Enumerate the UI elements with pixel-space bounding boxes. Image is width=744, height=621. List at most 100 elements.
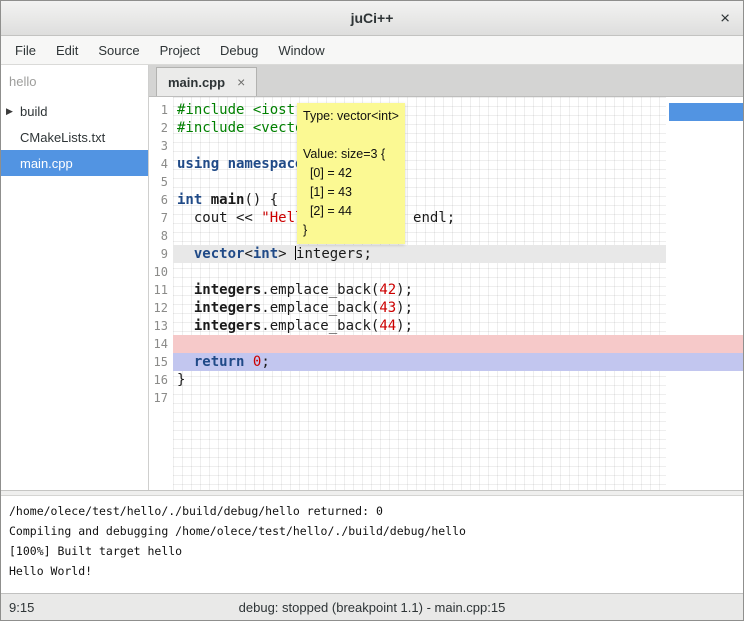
code-token: return	[194, 354, 245, 370]
code-editor[interactable]: 1234567891011121314151617 #include <iost…	[149, 97, 743, 490]
tree-item-main-cpp[interactable]: main.cpp	[1, 150, 148, 176]
code-token: integers	[194, 318, 261, 334]
line-number[interactable]: 6	[149, 191, 173, 209]
code-token: .emplace_back(	[261, 282, 379, 298]
terminal-line: Compiling and debugging /home/olece/test…	[9, 521, 735, 541]
tooltip-line: Value: size=3 {	[303, 145, 399, 164]
code-token	[244, 354, 252, 370]
line-number[interactable]: 12	[149, 299, 173, 317]
code-area[interactable]: #include <iostream>#include <vector> usin…	[173, 97, 743, 490]
line-number-gutter: 1234567891011121314151617	[149, 97, 173, 490]
code-token: .emplace_back(	[261, 318, 379, 334]
debug-value-tooltip: Type: vector<int> Value: size=3 { [0] = 4…	[297, 103, 405, 244]
code-line-12[interactable]: integers.emplace_back(43);	[173, 299, 743, 317]
terminal-output[interactable]: /home/olece/test/hello/./build/debug/hel…	[1, 496, 743, 593]
code-line-1[interactable]: #include <iostream>	[173, 101, 743, 119]
line-number[interactable]: 9	[149, 245, 173, 263]
code-token: using namespace	[177, 156, 303, 172]
code-token: main	[211, 192, 245, 208]
app-window: juCi++ × FileEditSourceProjectDebugWindo…	[0, 0, 744, 621]
line-number[interactable]: 5	[149, 173, 173, 191]
code-token	[202, 192, 210, 208]
scrollbar-thumb[interactable]	[669, 103, 743, 121]
tab-close-icon[interactable]: ×	[237, 74, 245, 90]
menu-item-project[interactable]: Project	[150, 38, 210, 63]
code-token: 43	[379, 300, 396, 316]
tooltip-line: Type: vector<int>	[303, 107, 399, 126]
code-token	[177, 246, 194, 262]
code-line-6[interactable]: int main() {	[173, 191, 743, 209]
code-line-7[interactable]: cout << "Hello World!" << endl;	[173, 209, 743, 227]
code-token	[177, 354, 194, 370]
code-token: );	[396, 300, 413, 316]
line-number[interactable]: 15	[149, 353, 173, 371]
code-line-14[interactable]	[173, 335, 743, 353]
close-icon[interactable]: ×	[720, 10, 730, 27]
code-token	[177, 318, 194, 334]
code-token: );	[396, 282, 413, 298]
code-line-9[interactable]: vector<int> integers;	[173, 245, 743, 263]
tooltip-line	[303, 126, 399, 145]
code-token	[177, 300, 194, 316]
terminal-line: [100%] Built target hello	[9, 541, 735, 561]
tree-item-label: build	[18, 104, 47, 119]
terminal-line: Hello World!	[9, 561, 735, 581]
menu-item-source[interactable]: Source	[88, 38, 149, 63]
code-line-15[interactable]: return 0;	[173, 353, 743, 371]
line-number[interactable]: 2	[149, 119, 173, 137]
code-token	[177, 282, 194, 298]
tree-item-label: main.cpp	[18, 156, 73, 171]
code-line-16[interactable]: }	[173, 371, 743, 389]
tab-main-cpp[interactable]: main.cpp ×	[156, 67, 257, 96]
code-line-17[interactable]	[173, 389, 743, 407]
line-number[interactable]: 10	[149, 263, 173, 281]
line-number[interactable]: 11	[149, 281, 173, 299]
tooltip-line: [2] = 44	[303, 202, 399, 221]
code-token: >	[278, 246, 295, 262]
file-sidebar: hello ▶buildCMakeLists.txtmain.cpp	[1, 65, 149, 490]
line-number[interactable]: 3	[149, 137, 173, 155]
code-token: 42	[379, 282, 396, 298]
code-line-5[interactable]	[173, 173, 743, 191]
expander-icon[interactable]: ▶	[1, 106, 18, 117]
line-number[interactable]: 4	[149, 155, 173, 173]
tooltip-line: [0] = 42	[303, 164, 399, 183]
tab-bar: main.cpp ×	[149, 65, 743, 97]
code-token: );	[396, 318, 413, 334]
code-token: int	[253, 246, 278, 262]
tree-item-build[interactable]: ▶build	[1, 98, 148, 124]
code-line-2[interactable]: #include <vector>	[173, 119, 743, 137]
code-line-11[interactable]: integers.emplace_back(42);	[173, 281, 743, 299]
line-number[interactable]: 7	[149, 209, 173, 227]
tooltip-line: [1] = 43	[303, 183, 399, 202]
code-token: integers	[194, 282, 261, 298]
line-number[interactable]: 8	[149, 227, 173, 245]
code-token: () {	[244, 192, 278, 208]
menu-item-debug[interactable]: Debug	[210, 38, 268, 63]
code-token: }	[177, 372, 185, 388]
menu-item-window[interactable]: Window	[268, 38, 334, 63]
code-token: ;	[261, 354, 269, 370]
status-bar: debug: stopped (breakpoint 1.1) - main.c…	[1, 593, 743, 620]
tree-item-cmakelists-txt[interactable]: CMakeLists.txt	[1, 124, 148, 150]
code-line-3[interactable]	[173, 137, 743, 155]
status-debug-text: debug: stopped (breakpoint 1.1) - main.c…	[1, 600, 743, 615]
code-token: integers	[194, 300, 261, 316]
main-area: hello ▶buildCMakeLists.txtmain.cpp main.…	[1, 65, 743, 490]
line-number[interactable]: 1	[149, 101, 173, 119]
code-token: int	[177, 192, 202, 208]
menu-item-edit[interactable]: Edit	[46, 38, 88, 63]
code-line-4[interactable]: using namespace std;	[173, 155, 743, 173]
code-token: cout <<	[177, 210, 261, 226]
line-number[interactable]: 13	[149, 317, 173, 335]
tree-item-label: CMakeLists.txt	[18, 130, 105, 145]
code-line-8[interactable]	[173, 227, 743, 245]
code-line-10[interactable]	[173, 263, 743, 281]
line-number[interactable]: 16	[149, 371, 173, 389]
line-number[interactable]: 17	[149, 389, 173, 407]
line-number[interactable]: 14	[149, 335, 173, 353]
code-line-13[interactable]: integers.emplace_back(44);	[173, 317, 743, 335]
editor-pane: main.cpp × 1234567891011121314151617 #in…	[149, 65, 743, 490]
menu-item-file[interactable]: File	[5, 38, 46, 63]
tooltip-line: }	[303, 221, 399, 240]
